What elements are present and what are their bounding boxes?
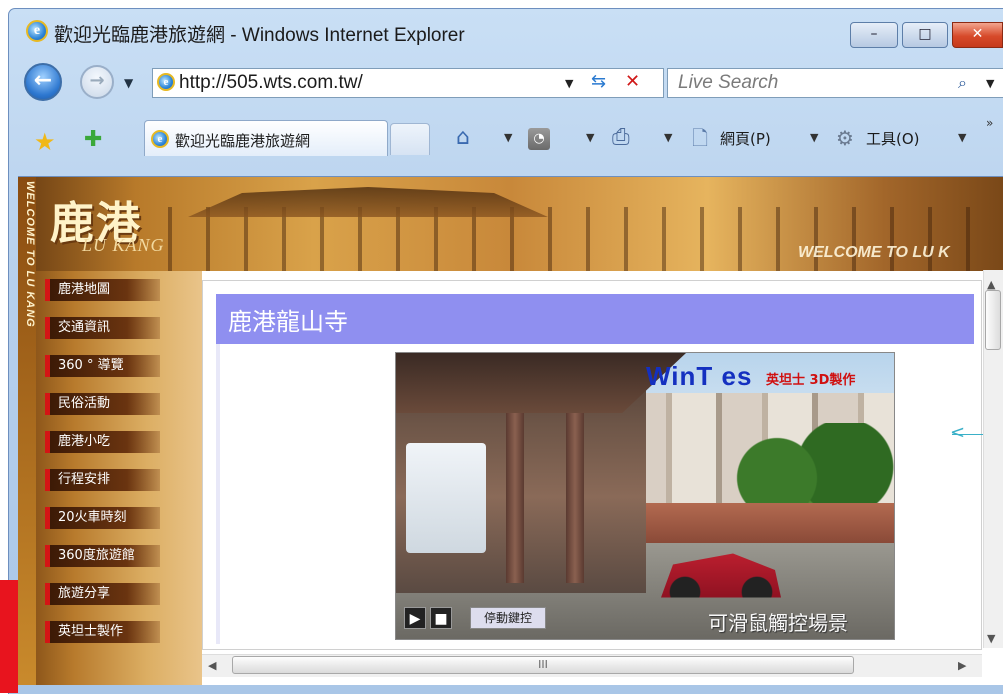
page-title: 鹿港龍山寺	[228, 308, 348, 336]
banner-roof-shape	[188, 187, 548, 217]
scroll-down-arrow-icon[interactable]: ▼	[987, 632, 995, 645]
panorama-pillar	[506, 413, 524, 583]
red-side-block	[0, 580, 18, 693]
panorama-control-button[interactable]: 停動鍵控	[470, 607, 546, 629]
search-input[interactable]: Live Search	[678, 72, 778, 94]
close-button[interactable]: ✕	[952, 22, 1003, 48]
tools-menu-dropdown-icon[interactable]: ▼	[958, 131, 966, 144]
vertical-scroll-thumb[interactable]	[985, 290, 1001, 350]
panorama-red-wall	[626, 503, 894, 543]
menu-item-itinerary[interactable]: 行程安排	[45, 469, 160, 491]
menu-item-producer[interactable]: 英坦士製作	[45, 621, 160, 643]
menu-item-folk-events[interactable]: 民俗活動	[45, 393, 160, 415]
panorama-pillar	[566, 413, 584, 583]
panorama-stop-button[interactable]: ■	[430, 607, 452, 629]
page-favicon-icon: e	[157, 73, 175, 91]
favorites-star-icon[interactable]: ★	[34, 130, 56, 154]
back-button[interactable]: ←	[24, 63, 62, 101]
panorama-logo: WinT es	[646, 361, 753, 391]
menu-item-transport[interactable]: 交通資訊	[45, 317, 160, 339]
menu-item-snacks[interactable]: 鹿港小吃	[45, 431, 160, 453]
site-logo-subtitle: LU KANG	[82, 235, 165, 255]
site-sidebar: 鹿港地圖 交通資訊 360 ° 導覽 民俗活動 鹿港小吃 行程安排 20火車時刻…	[18, 271, 202, 685]
tab-label: 歡迎光臨鹿港旅遊網	[175, 132, 311, 150]
search-icon[interactable]: ⌕	[958, 73, 967, 93]
minimize-button[interactable]: –	[850, 22, 898, 48]
page-icon: 🗋	[692, 126, 709, 150]
recent-pages-dropdown-icon[interactable]: ▼	[124, 76, 133, 90]
tab-favicon-icon: e	[151, 130, 169, 148]
address-url: http://505.wts.com.tw/	[179, 72, 363, 93]
menu-item-360-gallery[interactable]: 360度旅遊館	[45, 545, 160, 567]
tab-current-page[interactable]: e 歡迎光臨鹿港旅遊網	[144, 120, 388, 156]
page-menu-dropdown-icon[interactable]: ▼	[810, 131, 818, 144]
stop-icon[interactable]: ✕	[625, 71, 640, 92]
print-dropdown-icon[interactable]: ▼	[664, 131, 672, 144]
horizontal-scroll-thumb[interactable]: III	[232, 656, 854, 674]
page-menu-button[interactable]: 網頁(P)	[720, 128, 771, 149]
forward-button[interactable]: →	[80, 65, 114, 99]
scroll-left-arrow-icon[interactable]: ◀	[208, 659, 216, 672]
feeds-dropdown-icon[interactable]: ▼	[586, 131, 594, 144]
page-left-strip	[216, 344, 220, 644]
panorama-caption: 可滑鼠觸控場景	[708, 611, 848, 635]
home-dropdown-icon[interactable]: ▼	[504, 131, 512, 144]
vertical-welcome-strip: WELCOME TO LU KANG	[18, 177, 36, 685]
scroll-right-arrow-icon[interactable]: ▶	[958, 659, 966, 672]
site-banner: 鹿港 LU KANG WELCOME TO LU K	[18, 177, 1003, 271]
rss-feeds-icon[interactable]: ◔	[528, 128, 550, 150]
menu-item-train-schedule[interactable]: 20火車時刻	[45, 507, 160, 529]
home-icon[interactable]: ⌂	[456, 126, 470, 150]
menu-item-360-tour[interactable]: 360 ° 導覽	[45, 355, 160, 377]
address-dropdown-icon[interactable]: ▼	[565, 77, 573, 90]
maximize-button[interactable]: □	[902, 22, 948, 48]
address-bar[interactable]: e http://505.wts.com.tw/ ▼ ⇆ ✕	[152, 68, 664, 98]
vertical-welcome-text: WELCOME TO LU KANG	[24, 181, 36, 328]
search-box[interactable]: Live Search ⌕ ▼	[667, 68, 1003, 98]
refresh-icon[interactable]: ⇆	[591, 71, 606, 92]
search-options-dropdown-icon[interactable]: ▼	[986, 77, 994, 90]
panorama-archway	[406, 443, 486, 553]
banner-welcome-text: WELCOME TO LU K	[798, 244, 950, 261]
ie-logo-icon: e	[26, 20, 48, 42]
menu-item-map[interactable]: 鹿港地圖	[45, 279, 160, 301]
add-favorites-icon[interactable]: ✚	[84, 128, 102, 152]
window-title: 歡迎光臨鹿港旅遊網 - Windows Internet Explorer	[54, 25, 465, 46]
panorama-logo-subtitle: 英坦士 3D製作	[766, 373, 856, 388]
new-tab-button[interactable]	[390, 123, 430, 155]
toolbar-overflow-chevron[interactable]: »	[986, 116, 993, 130]
print-icon[interactable]: ⎙	[612, 126, 630, 150]
panorama-play-button[interactable]: ▶	[404, 607, 426, 629]
callout-arrow-icon: <	[950, 422, 966, 443]
menu-item-travel-share[interactable]: 旅遊分享	[45, 583, 160, 605]
tools-gear-icon: ⚙	[836, 126, 854, 150]
panorama-viewer[interactable]: WinT es 英坦士 3D製作 ▶ ■ 停動鍵控 可滑鼠觸控場景	[395, 352, 895, 640]
tools-menu-button[interactable]: 工具(O)	[866, 128, 920, 149]
